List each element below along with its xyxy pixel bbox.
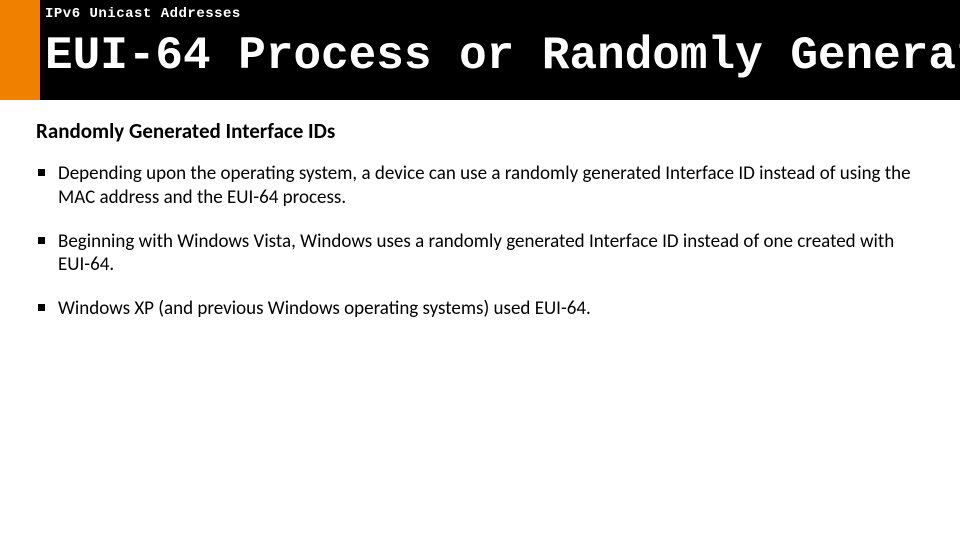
list-item: Beginning with Windows Vista, Windows us… xyxy=(36,230,924,278)
slide-title: EUI-64 Process or Randomly Generated (co… xyxy=(45,24,960,88)
bullet-list: Depending upon the operating system, a d… xyxy=(36,162,924,321)
list-item: Windows XP (and previous Windows operati… xyxy=(36,297,924,321)
content-subheading: Randomly Generated Interface IDs xyxy=(36,118,924,144)
list-item: Depending upon the operating system, a d… xyxy=(36,162,924,210)
accent-block xyxy=(0,0,40,100)
slide-pretitle: IPv6 Unicast Addresses xyxy=(45,6,241,22)
slide-header: IPv6 Unicast Addresses EUI-64 Process or… xyxy=(0,0,960,100)
slide-content: Randomly Generated Interface IDs Dependi… xyxy=(0,100,960,321)
